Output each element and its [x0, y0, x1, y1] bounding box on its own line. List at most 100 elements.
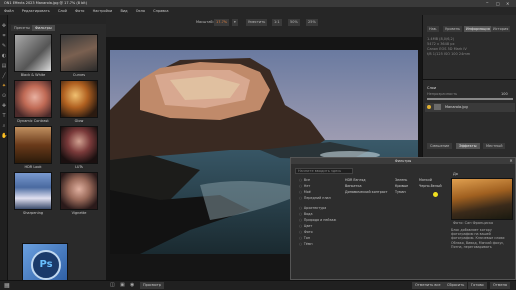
filter-preview-image — [451, 178, 513, 220]
filter-option[interactable]: Динамический контраст — [345, 190, 388, 194]
maximize-icon[interactable]: □ — [496, 1, 502, 6]
move-icon[interactable]: ✥ — [1, 23, 7, 29]
mask-icon[interactable]: ◐ — [1, 53, 7, 59]
zoom-50-button[interactable]: 50% — [288, 19, 300, 26]
menu-photo[interactable]: Фото — [75, 9, 84, 13]
retouch-icon[interactable]: ✦ — [1, 83, 7, 89]
preset-label: HDR Look — [24, 165, 42, 169]
hand-icon[interactable]: ✋ — [1, 133, 7, 139]
tab-info[interactable]: Информация — [464, 26, 492, 32]
filter-search-input[interactable]: Начните вводить здесь — [295, 168, 353, 174]
zoom-value[interactable]: 17.7% — [214, 19, 230, 26]
category-color[interactable]: Цвет — [299, 224, 312, 228]
filter-option[interactable]: Виньетка — [345, 184, 361, 188]
menu-edit[interactable]: Редактировать — [22, 9, 50, 13]
visibility-icon[interactable] — [427, 105, 431, 109]
category-none[interactable]: Нет — [299, 184, 310, 188]
preview-button[interactable]: Просмотр — [140, 282, 164, 289]
reset-button[interactable]: Сбросить — [444, 282, 468, 289]
preset-label: Vignette — [71, 211, 87, 215]
category-nature[interactable]: Природа и пейзаж — [299, 218, 336, 222]
info-line: f/8 1/125 ISO 100 24mm — [427, 52, 471, 56]
opacity-slider[interactable] — [427, 98, 513, 100]
tab-filters[interactable]: Фильтры — [32, 25, 55, 31]
preset-hdr-look[interactable] — [14, 126, 52, 164]
menu-layer[interactable]: Слой — [58, 9, 67, 13]
tool-strip: ✥ ⌗ ✎ ◐ ▤ ╱ ✦ ⊙ ✚ T ⌕ ✋ — [0, 15, 8, 290]
preview-before-label: До — [453, 172, 458, 176]
tab-history[interactable]: История — [491, 26, 511, 32]
cursor-highlight-icon — [433, 192, 438, 197]
preset-luts[interactable] — [60, 126, 98, 164]
dialog-title: Фильтры — [291, 158, 515, 164]
preset-label: Black & White — [20, 73, 46, 77]
info-line: 1.4MB (8,0/6,2) — [427, 37, 455, 41]
opacity-label: Непрозрачность — [427, 92, 458, 96]
preset-label: Curves — [72, 73, 86, 77]
zoom-icon[interactable]: ⌕ — [1, 123, 7, 129]
filter-option[interactable]: Туман — [395, 190, 406, 194]
layer-thumbnail — [434, 104, 441, 110]
filter-option[interactable]: Кривые — [395, 184, 408, 188]
tab-effects[interactable]: Эффекты — [456, 143, 480, 149]
menu-help[interactable]: Справка — [153, 9, 168, 13]
clone-icon[interactable]: ⊙ — [1, 93, 7, 99]
category-tone[interactable]: Тон — [299, 236, 310, 240]
brush-icon[interactable]: ✎ — [1, 43, 7, 49]
filter-option[interactable]: Мягкий — [419, 178, 432, 182]
compare-icon[interactable]: ◫ — [110, 282, 117, 289]
zoom-1-1-button[interactable]: 1:1 — [272, 19, 282, 26]
info-line: Canon EOS 5D Mark IV — [427, 47, 467, 51]
tab-navigator[interactable]: Нав. — [427, 26, 439, 32]
category-all[interactable]: Все — [299, 178, 310, 182]
dialog-close-icon[interactable]: ✕ — [507, 158, 515, 164]
layer-row[interactable]: Manarola.jpg — [425, 103, 515, 112]
eye-icon[interactable]: ◉ — [130, 282, 137, 289]
minimize-icon[interactable]: – — [486, 1, 492, 6]
filter-option[interactable]: HDR Взгляд — [345, 178, 365, 182]
crop-icon[interactable]: ⌗ — [1, 33, 7, 39]
preset-glow[interactable] — [60, 80, 98, 118]
preset-black-white[interactable] — [14, 34, 52, 72]
menu-settings[interactable]: Настройки — [93, 9, 113, 13]
opacity-slider-fill — [427, 98, 513, 100]
tab-local[interactable]: Местный — [483, 143, 506, 149]
category-dark[interactable]: Тёмн — [299, 242, 313, 246]
reset-all-button[interactable]: Отменить все — [412, 282, 444, 289]
tab-presets[interactable]: Пресеты — [11, 25, 33, 31]
window-title: ON1 Effects 2023 Manarola.jpg @ 17.7% (8… — [4, 1, 88, 5]
line-icon[interactable]: ╱ — [1, 73, 7, 79]
preview-caption: Фото: Сан Франциско — [453, 221, 494, 225]
zoom-25-button[interactable]: 25% — [306, 19, 318, 26]
category-photo[interactable]: Фото — [299, 230, 313, 234]
category-architecture[interactable]: Архитектура — [299, 206, 326, 210]
category-water[interactable]: Вода — [299, 212, 313, 216]
menu-file[interactable]: Файл — [4, 9, 14, 13]
done-button[interactable]: Готово — [468, 282, 487, 289]
heal-icon[interactable]: ✚ — [1, 103, 7, 109]
tab-blending[interactable]: Смешение — [427, 143, 453, 149]
cancel-button[interactable]: Отмена — [490, 282, 511, 289]
menu-window[interactable]: Окно — [136, 9, 145, 13]
text-icon[interactable]: T — [1, 113, 7, 119]
category-mine[interactable]: Моё — [299, 190, 311, 194]
gradient-icon[interactable]: ▤ — [1, 63, 7, 69]
filter-option[interactable]: Черно-белый — [419, 184, 442, 188]
preset-vignette[interactable] — [60, 172, 98, 210]
opacity-value[interactable]: 100 — [501, 92, 508, 97]
zoom-stepper-icon[interactable]: ▾ — [232, 19, 238, 26]
close-icon[interactable]: ✕ — [506, 1, 512, 6]
layer-name: Manarola.jpg — [445, 105, 468, 109]
tab-levels[interactable]: Уровень — [443, 26, 463, 32]
filter-option[interactable]: Зелень — [395, 178, 407, 182]
preset-sharpening[interactable] — [14, 172, 52, 210]
preset-dynamic-contrast[interactable] — [14, 80, 52, 118]
grid-icon[interactable]: ▦ — [4, 282, 11, 289]
fit-button[interactable]: Уместить — [246, 19, 268, 26]
presets-header — [8, 15, 106, 24]
menu-view[interactable]: Вид — [120, 9, 127, 13]
photoshop-logo-icon: Ps — [31, 250, 61, 280]
split-icon[interactable]: ▣ — [120, 282, 127, 289]
preset-curves[interactable] — [60, 34, 98, 72]
category-foreground[interactable]: Передний план — [299, 196, 331, 200]
